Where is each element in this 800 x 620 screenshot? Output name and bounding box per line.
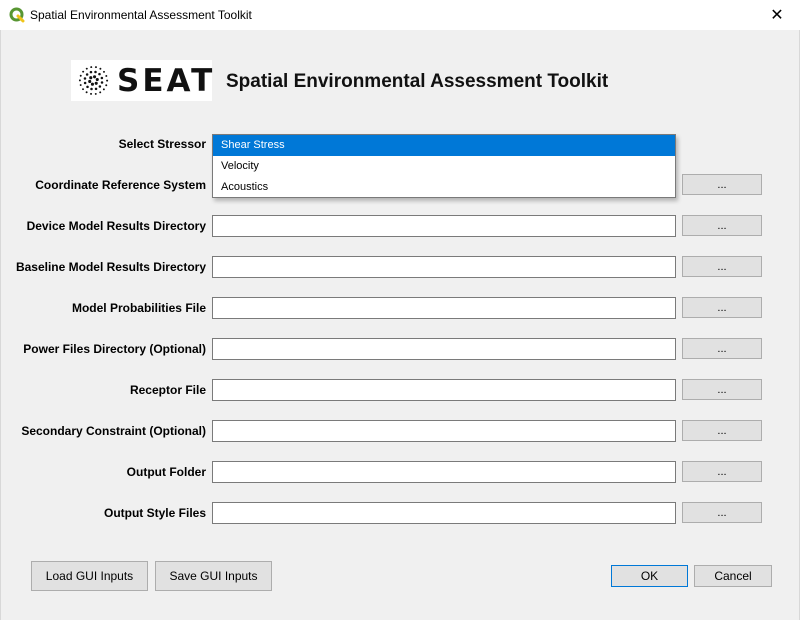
logo-dot (82, 88, 84, 91)
secondary-constraint-input[interactable] (212, 420, 676, 442)
ok-button[interactable]: OK (611, 565, 688, 587)
logo-dots-icon (78, 66, 109, 95)
logo-dot (90, 82, 94, 86)
output-style-label: Output Style Files (103, 506, 206, 520)
secondary-constraint-label: Secondary Constraint (Optional) (21, 424, 206, 438)
stressor-option[interactable]: Acoustics (213, 177, 675, 198)
logo-dot (90, 92, 93, 95)
logo-dot (79, 84, 82, 87)
logo-dot (94, 81, 98, 85)
receptor-input[interactable] (212, 379, 676, 401)
output-folder-label: Output Folder (126, 465, 206, 479)
output-style-input[interactable] (212, 502, 676, 524)
logo-dot (98, 72, 101, 76)
logo-dot (98, 85, 102, 88)
baseline-dir-label: Baseline Model Results Directory (15, 260, 206, 274)
logo-dot (103, 70, 105, 73)
logo-dot (94, 92, 97, 95)
logo-dot (94, 87, 98, 91)
window-title: Spatial Environmental Assessment Toolkit (30, 8, 252, 22)
logo-dot (99, 91, 102, 94)
logo-dot (89, 76, 93, 80)
receptor-label: Receptor File (129, 383, 206, 397)
crs-browse-button[interactable]: ... (682, 174, 762, 195)
output-style-browse-button[interactable]: ... (682, 502, 762, 523)
logo-dot (102, 88, 105, 91)
logo-dot (85, 91, 88, 94)
logo-dot (85, 73, 89, 76)
logo-dot (100, 76, 104, 80)
output-folder-browse-button[interactable]: ... (682, 461, 762, 482)
logo-dot (83, 81, 87, 85)
logo-dot (89, 70, 93, 74)
stressor-option[interactable]: Velocity (213, 156, 675, 177)
logo-dot (95, 77, 99, 82)
device-dir-input[interactable] (212, 215, 676, 237)
save-inputs-button[interactable]: Save GUI Inputs (155, 561, 272, 591)
crs-label: Coordinate Reference System (35, 178, 206, 192)
logo-dot (94, 70, 97, 74)
logo-dot (100, 81, 104, 84)
logo-dot (105, 74, 108, 77)
power-dir-browse-button[interactable]: ... (682, 338, 762, 359)
logo-dot (88, 79, 92, 84)
power-dir-label: Power Files Directory (Optional) (23, 342, 206, 356)
logo-dot (82, 70, 85, 73)
load-inputs-button[interactable]: Load GUI Inputs (31, 561, 148, 591)
logo-dot (106, 79, 109, 82)
baseline-dir-browse-button[interactable]: ... (682, 256, 762, 277)
stressor-label: Select Stressor (118, 137, 206, 151)
secondary-constraint-browse-button[interactable]: ... (682, 420, 762, 441)
logo-text: SEAT (117, 63, 216, 99)
device-dir-label: Device Model Results Directory (26, 219, 206, 233)
baseline-dir-input[interactable] (212, 256, 676, 278)
logo-dot (78, 79, 81, 82)
receptor-browse-button[interactable]: ... (682, 379, 762, 400)
probabilities-browse-button[interactable]: ... (682, 297, 762, 318)
qgis-icon (9, 7, 25, 23)
logo-dot (105, 84, 108, 87)
stressor-dropdown-list[interactable]: Shear Stress Velocity Acoustics (212, 134, 676, 198)
page-title: Spatial Environmental Assessment Toolkit (226, 71, 609, 92)
logo-dot (85, 67, 88, 70)
logo-dot (79, 74, 82, 77)
cancel-button[interactable]: Cancel (694, 565, 772, 587)
logo-dot (90, 66, 93, 69)
logo-dot (99, 67, 102, 70)
output-folder-input[interactable] (212, 461, 676, 483)
logo-dot (86, 85, 89, 89)
close-icon[interactable]: ✕ (754, 0, 800, 30)
probabilities-input[interactable] (212, 297, 676, 319)
power-dir-input[interactable] (212, 338, 676, 360)
logo-dot (94, 66, 97, 69)
logo-dot (83, 77, 87, 80)
window-frame (0, 30, 800, 620)
device-dir-browse-button[interactable]: ... (682, 215, 762, 236)
stressor-option[interactable]: Shear Stress (213, 135, 675, 156)
logo-dot (90, 87, 93, 91)
title-bar: Spatial Environmental Assessment Toolkit… (0, 0, 800, 30)
probabilities-label: Model Probabilities File (71, 301, 206, 315)
logo-dot (93, 75, 97, 79)
seat-logo: SEAT (71, 60, 212, 101)
